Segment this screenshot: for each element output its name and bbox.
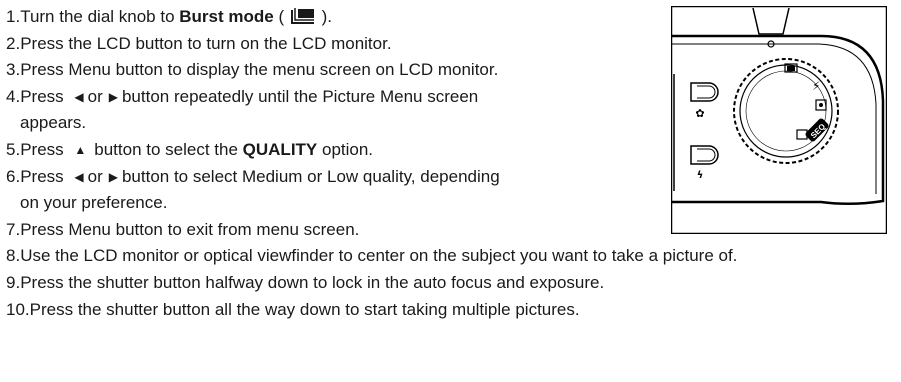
step-text: button to select the [94, 139, 243, 159]
step-text: button repeatedly until the Picture Menu… [121, 86, 479, 106]
step-number: 6. [6, 166, 21, 186]
step-text: Turn the dial knob to [20, 7, 180, 26]
right-arrow-icon: ▶ [108, 89, 118, 104]
svg-text:⚡: ⚡ [812, 79, 820, 93]
step-text: ). [316, 7, 332, 26]
svg-text:✿: ✿ [695, 107, 704, 120]
instruction-list: 1.Turn the dial knob to Burst mode ( ). … [6, 4, 737, 323]
step-number: 5. [6, 139, 21, 159]
step-3: 3.Press Menu button to display the menu … [6, 57, 737, 84]
step-text: Press Menu button to display the menu sc… [20, 60, 499, 80]
step-1: 1.Turn the dial knob to Burst mode ( ). [6, 4, 737, 31]
step-text: ( [273, 7, 289, 26]
step-number: 10. [6, 299, 30, 319]
step-number: 2. [6, 33, 21, 53]
quality-option-label: QUALITY [242, 139, 318, 159]
burst-mode-label: Burst mode [179, 7, 274, 26]
step-8: 8.Use the LCD monitor or optical viewfin… [6, 243, 737, 270]
step-5: 5.Press ▲ button to select the QUALITY op… [6, 137, 737, 164]
burst-mode-icon [290, 8, 314, 24]
step-number: 9. [6, 272, 21, 292]
step-text: Press the shutter button all the way dow… [29, 299, 580, 319]
step-10: 10.Press the shutter button all the way … [6, 297, 737, 324]
camera-dial-illustration: ✿ ϟ ⚡ SEQ [671, 6, 887, 234]
step-continuation: on your preference. [20, 193, 168, 213]
step-text: Press [20, 86, 69, 106]
step-number: 8. [6, 246, 21, 266]
step-text: Press the LCD button to turn on the LCD … [20, 33, 392, 53]
step-text: Use the LCD monitor or optical viewfinde… [20, 246, 738, 266]
step-number: 1. [6, 7, 21, 26]
step-text: or [87, 86, 103, 106]
svg-text:ϟ: ϟ [697, 170, 704, 181]
step-text: option. [317, 139, 374, 159]
step-number: 3. [6, 60, 21, 80]
step-text: Press the shutter button halfway down to… [20, 272, 605, 292]
step-number: 7. [6, 219, 21, 239]
step-9: 9.Press the shutter button halfway down … [6, 270, 737, 297]
step-text: Press Menu button to exit from menu scre… [20, 219, 360, 239]
step-7: 7.Press Menu button to exit from menu sc… [6, 217, 737, 244]
right-arrow-icon: ▶ [108, 169, 118, 184]
up-arrow-icon: ▲ [74, 142, 87, 157]
step-continuation: appears. [20, 113, 87, 133]
step-6: 6.Press ◀ or ▶ button to select Medium or L… [6, 164, 737, 217]
step-text: button to select Medium or Low quality, … [121, 166, 500, 186]
step-text: Press [20, 139, 69, 159]
step-text: Press [20, 166, 69, 186]
left-arrow-icon: ◀ [74, 89, 84, 104]
step-4: 4.Press ◀ or ▶ button repeatedly until the … [6, 84, 737, 137]
step-number: 4. [6, 86, 21, 106]
step-2: 2.Press the LCD button to turn on the LC… [6, 31, 737, 58]
left-arrow-icon: ◀ [74, 169, 84, 184]
step-text: or [87, 166, 103, 186]
